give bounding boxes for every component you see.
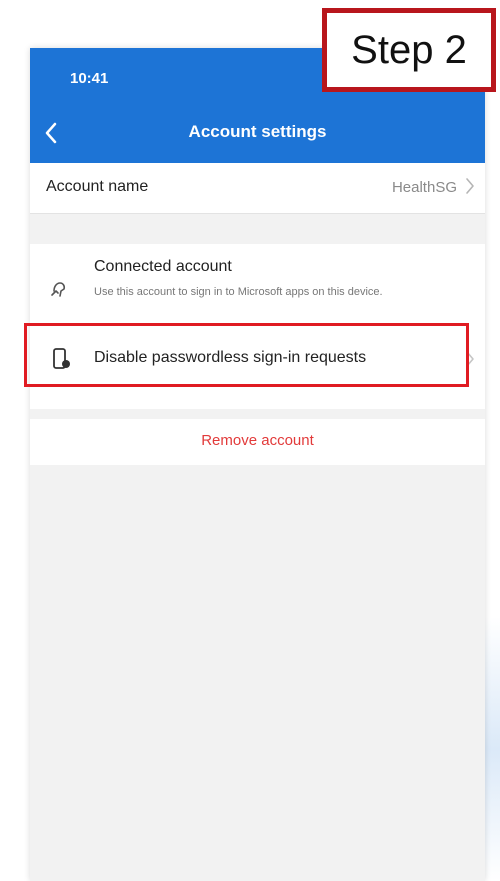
status-time: 10:41	[70, 70, 109, 87]
connected-account-description: Use this account to sign in to Microsoft…	[94, 286, 383, 298]
step-label: Step 2	[322, 8, 496, 92]
phone-screen: 10:41 Account settings Account name Heal…	[30, 48, 485, 881]
connected-account-icon	[51, 282, 66, 297]
account-name-label: Account name	[46, 178, 149, 195]
account-name-row[interactable]: Account name HealthSG	[30, 163, 485, 214]
remove-account-button[interactable]: Remove account	[30, 419, 485, 465]
highlight-box	[24, 323, 469, 387]
connected-account-title: Connected account	[94, 258, 232, 275]
chevron-right-icon	[466, 178, 474, 194]
page-title: Account settings	[188, 122, 327, 141]
account-name-value: HealthSG	[391, 179, 457, 196]
remove-account-label: Remove account	[201, 432, 314, 449]
